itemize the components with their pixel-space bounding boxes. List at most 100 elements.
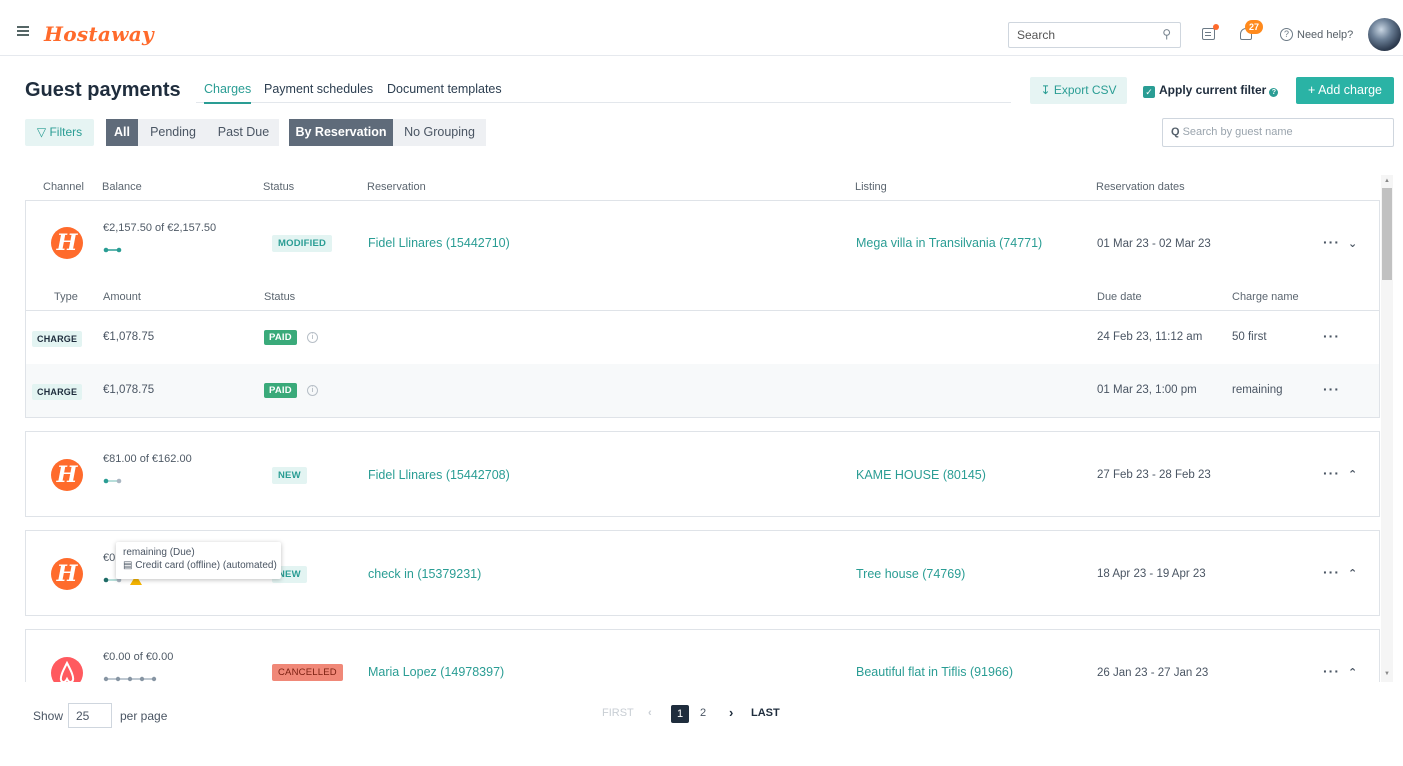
charge-row[interactable]: CHARGE €1,078.75 PAID i 01 Mar 23, 1:00 … (26, 364, 1379, 417)
top-bar: Hostaway Search ⚲ 27 ? Need help? (0, 0, 1403, 56)
airbnb-channel-icon (51, 657, 83, 682)
more-options-icon[interactable]: ··· (1323, 234, 1340, 250)
reservation-link[interactable]: check in (15379231) (368, 567, 481, 581)
charge-row[interactable]: CHARGE €1,078.75 PAID i 24 Feb 23, 11:12… (26, 311, 1379, 364)
reservation-link[interactable]: Fidel Llinares (15442708) (368, 468, 510, 482)
balance: €0.00 of €0.00 (103, 651, 174, 663)
more-options-icon[interactable]: ··· (1323, 465, 1340, 481)
per-page-input[interactable]: 25 (68, 703, 112, 728)
reservation-link[interactable]: Fidel Llinares (15442710) (368, 236, 510, 250)
filters-button[interactable]: ▽ Filters (25, 119, 94, 146)
last-page-link[interactable]: LAST (751, 707, 780, 719)
guest-search-input[interactable]: Q Search by guest name (1162, 118, 1394, 147)
page-1[interactable]: 1 (671, 705, 689, 723)
listing-link[interactable]: Mega villa in Transilvania (74771) (856, 236, 1042, 250)
more-options-icon[interactable]: ··· (1323, 564, 1340, 580)
tab-document-templates[interactable]: Document templates (387, 82, 502, 102)
need-help-link[interactable]: Need help? (1297, 29, 1353, 41)
export-csv-button[interactable]: ↧ Export CSV (1030, 77, 1127, 104)
reservation-card[interactable]: €0.00 of €0.00 CANCELLED Maria Lopez (14… (25, 629, 1380, 682)
show-label: Show (33, 709, 64, 723)
charge-amount: €1,078.75 (103, 384, 155, 396)
segment-by-reservation[interactable]: By Reservation (289, 119, 393, 146)
chevron-down-icon[interactable]: ⌄ (1348, 237, 1357, 250)
balance: €81.00 of €162.00 (103, 453, 192, 465)
help-icon[interactable]: ? (1280, 28, 1293, 41)
search-icon: Q (1171, 126, 1180, 138)
chevron-up-icon[interactable]: ⌃ (1348, 567, 1357, 580)
payment-progress (103, 676, 157, 682)
segment-all[interactable]: All (106, 119, 138, 146)
col-channel: Channel (43, 181, 84, 193)
next-page-icon[interactable]: › (729, 705, 733, 720)
tab-payment-schedules[interactable]: Payment schedules (264, 82, 373, 102)
reservation-dates: 26 Jan 23 - 27 Jan 23 (1097, 667, 1209, 679)
col-reservation-dates: Reservation dates (1096, 181, 1185, 193)
calendar-icon[interactable] (1202, 28, 1215, 40)
reservation-card[interactable]: H €2,157.50 of €2,157.50 MODIFIED Fidel … (25, 200, 1380, 418)
balance: €0 (103, 552, 116, 564)
download-icon: ↧ (1040, 83, 1051, 97)
payment-progress (103, 478, 122, 484)
hostaway-channel-icon: H (51, 558, 83, 590)
segment-pending[interactable]: Pending (138, 119, 208, 146)
checkbox-checked-icon[interactable]: ✓ (1143, 86, 1155, 98)
scroll-up-arrow[interactable]: ▲ (1384, 178, 1390, 184)
status-badge: CANCELLED (272, 664, 343, 681)
sub-col-charge-name: Charge name (1232, 291, 1299, 303)
menu-icon[interactable] (17, 26, 29, 36)
info-icon[interactable]: i (307, 332, 318, 343)
more-options-icon[interactable]: ··· (1323, 663, 1340, 679)
prev-page-icon[interactable]: ‹ (648, 707, 652, 719)
status-badge: MODIFIED (272, 235, 333, 252)
more-options-icon[interactable]: ··· (1323, 328, 1340, 344)
app-logo[interactable]: Hostaway (44, 22, 154, 46)
info-icon[interactable]: i (307, 385, 318, 396)
global-search-input[interactable]: Search ⚲ (1008, 22, 1181, 48)
per-page-label: per page (120, 709, 168, 723)
listing-link[interactable]: KAME HOUSE (80145) (856, 468, 986, 482)
tooltip-line-1: remaining (Due) (123, 547, 195, 558)
chevron-up-icon[interactable]: ⌃ (1348, 666, 1357, 679)
reservation-dates: 18 Apr 23 - 19 Apr 23 (1097, 568, 1206, 580)
filter-icon: ▽ (36, 125, 47, 139)
first-page-link[interactable]: FIRST (602, 707, 634, 719)
col-balance: Balance (102, 181, 142, 193)
more-options-icon[interactable]: ··· (1323, 381, 1340, 397)
col-status: Status (263, 181, 295, 193)
page-title: Guest payments (25, 79, 181, 101)
scroll-down-arrow[interactable]: ▼ (1384, 671, 1390, 677)
listing-link[interactable]: Beautiful flat in Tiflis (91966) (856, 665, 1013, 679)
sub-col-due-date: Due date (1097, 291, 1142, 303)
charge-name: 50 first (1232, 331, 1267, 343)
hostaway-channel-icon: H (51, 459, 83, 491)
airbnb-icon (59, 660, 75, 682)
avatar[interactable] (1368, 18, 1401, 51)
tab-bar: Charges Payment schedules Document templ… (196, 80, 1011, 104)
col-reservation: Reservation (367, 181, 426, 193)
apply-current-filter-checkbox[interactable]: ✓ Apply current filter? (1143, 83, 1279, 98)
chevron-up-icon[interactable]: ⌃ (1348, 468, 1357, 481)
info-icon[interactable]: ? (1269, 88, 1279, 97)
calendar-notification-dot (1213, 24, 1219, 30)
segment-past-due[interactable]: Past Due (208, 119, 279, 146)
card-viewport: €0.00 of €0.00 CANCELLED Maria Lopez (14… (25, 629, 1380, 682)
due-date: 01 Mar 23, 1:00 pm (1097, 384, 1197, 396)
add-charge-button[interactable]: + Add charge (1296, 77, 1394, 104)
reservation-card[interactable]: H €81.00 of €162.00 NEW Fidel Llinares (… (25, 431, 1380, 517)
balance: €2,157.50 of €2,157.50 (103, 222, 217, 234)
tooltip-line-2: ▤ Credit card (offline) (automated) (123, 560, 277, 571)
listing-link[interactable]: Tree house (74769) (856, 567, 965, 581)
page-2[interactable]: 2 (700, 707, 706, 719)
reservation-link[interactable]: Maria Lopez (14978397) (368, 665, 504, 679)
type-badge: CHARGE (32, 384, 83, 400)
payment-progress (103, 247, 122, 253)
col-listing: Listing (855, 181, 887, 193)
notifications-badge: 27 (1245, 20, 1263, 34)
segment-no-grouping[interactable]: No Grouping (393, 119, 486, 146)
status-badge: NEW (272, 467, 307, 484)
search-placeholder: Search (1017, 28, 1056, 42)
scrollbar-thumb[interactable] (1382, 188, 1392, 280)
sub-col-type: Type (54, 291, 78, 303)
tab-charges[interactable]: Charges (204, 82, 252, 104)
